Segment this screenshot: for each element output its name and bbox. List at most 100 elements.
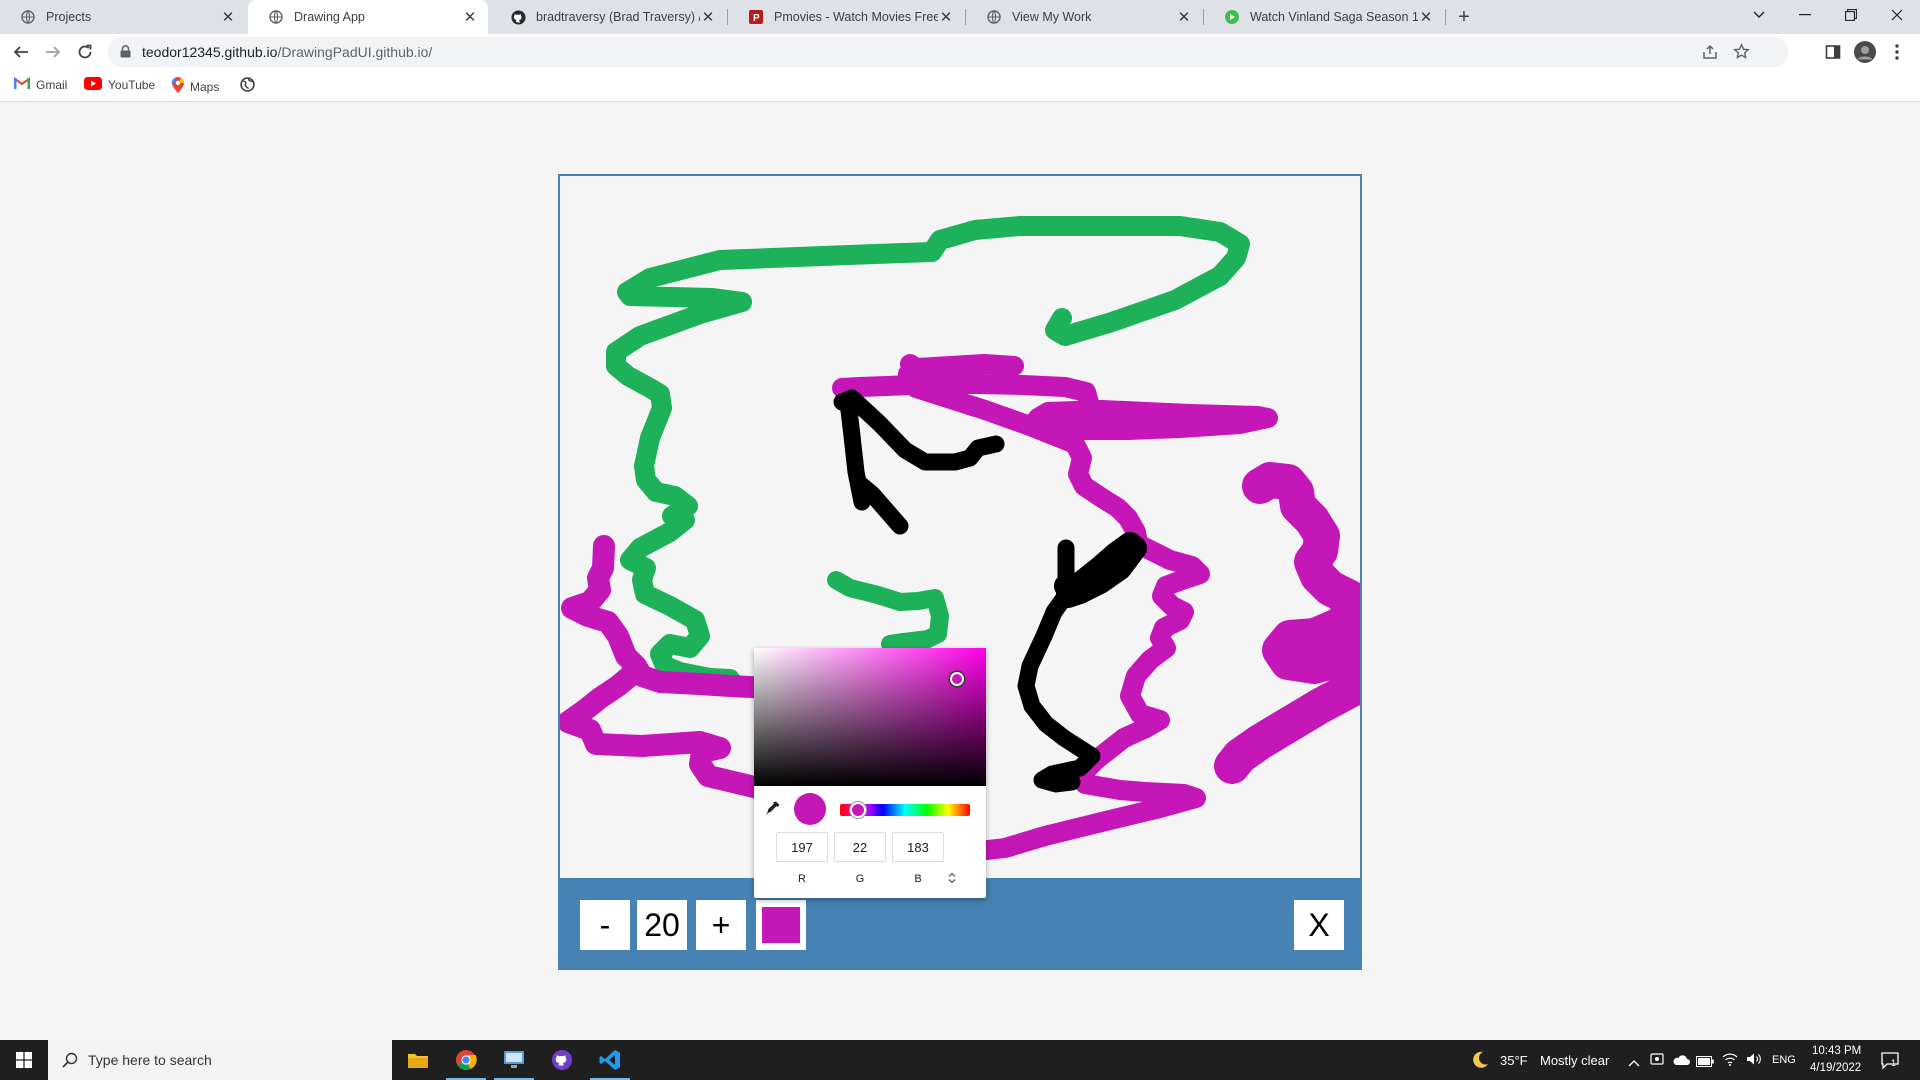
battery-icon[interactable] [1696, 1054, 1714, 1072]
mode-toggle-icon[interactable] [948, 872, 956, 887]
green-label: G [855, 873, 865, 885]
tab-title: bradtraversy (Brad Traversy) / Re [536, 10, 700, 24]
tab-projects[interactable]: Projects ✕ [0, 0, 246, 34]
color-input[interactable] [756, 900, 806, 950]
url-path: /DrawingPadUI.github.io/ [277, 44, 433, 60]
clear-canvas-button[interactable]: X [1294, 900, 1344, 950]
reload-icon[interactable] [72, 39, 98, 65]
magenta-stroke [1214, 462, 1360, 784]
close-icon[interactable]: ✕ [462, 9, 478, 26]
github-desktop-icon[interactable] [538, 1040, 586, 1080]
blue-value-input[interactable] [892, 832, 944, 862]
forward-icon[interactable] [40, 39, 66, 65]
search-icon [62, 1052, 78, 1073]
bookmark-label: Maps [190, 79, 220, 94]
brush-size-display: 20 [637, 900, 687, 950]
restore-icon[interactable] [1828, 0, 1874, 30]
close-icon[interactable]: ✕ [1176, 9, 1192, 26]
taskbar-search-box[interactable]: Type here to search [48, 1040, 392, 1080]
tab-github[interactable]: bradtraversy (Brad Traversy) / Re ✕ [490, 0, 726, 34]
close-icon[interactable]: ✕ [220, 9, 236, 26]
weather-moon-icon[interactable] [1470, 1050, 1490, 1075]
globe-icon [20, 9, 36, 25]
minimize-icon[interactable] [1782, 0, 1828, 30]
search-placeholder: Type here to search [88, 1052, 212, 1068]
tab-search-icon[interactable] [1736, 0, 1782, 30]
pmovies-icon: P [748, 9, 764, 25]
tab-view-my-work[interactable]: View My Work ✕ [966, 0, 1202, 34]
weather-temp[interactable]: 35°F [1500, 1053, 1528, 1068]
tab-separator [1445, 9, 1446, 25]
current-color-swatch [762, 907, 800, 943]
tab-title: Projects [46, 10, 92, 24]
chevron-up-icon[interactable] [1628, 1054, 1640, 1072]
color-picker-popup: R G B [754, 648, 986, 898]
chrome-icon[interactable] [442, 1040, 490, 1080]
black-stroke [1054, 532, 1147, 608]
selected-color-preview [794, 793, 826, 825]
tab-drawing-app[interactable]: Drawing App ✕ [248, 0, 488, 34]
youtube-icon [84, 77, 102, 93]
magenta-stroke [832, 374, 1278, 440]
bookmark-maps[interactable]: Maps [172, 77, 219, 96]
onedrive-icon[interactable] [1672, 1053, 1690, 1071]
bookmark-globe[interactable] [240, 77, 255, 95]
red-value-input[interactable] [776, 832, 828, 862]
windows-taskbar: Type here to search 35°F Mostly clear EN… [0, 1040, 1920, 1080]
tab-title: View My Work [1012, 10, 1092, 24]
green-value-input[interactable] [834, 832, 886, 862]
saturation-value-box[interactable] [754, 648, 986, 786]
tab-bar: Projects ✕ Drawing App ✕ bradtraversy (B… [0, 0, 1920, 34]
remote-desktop-icon[interactable] [490, 1040, 538, 1080]
bookmarks-bar: Gmail YouTube Maps [0, 70, 1920, 102]
back-icon[interactable] [8, 39, 34, 65]
tab-title: Watch Vinland Saga Season 1 Full [1250, 10, 1418, 24]
tab-title: Drawing App [294, 10, 365, 24]
saturation-thumb[interactable] [950, 672, 964, 686]
new-tab-icon[interactable]: + [1452, 5, 1476, 29]
tab-pmovies[interactable]: P Pmovies - Watch Movies Free onl ✕ [728, 0, 964, 34]
clock-time[interactable]: 10:43 PM [1812, 1045, 1861, 1057]
language-indicator[interactable]: ENG [1772, 1054, 1796, 1066]
decrease-size-button[interactable]: - [580, 900, 630, 950]
vscode-icon[interactable] [586, 1040, 634, 1080]
meet-now-icon[interactable] [1650, 1052, 1664, 1071]
red-label: R [798, 873, 806, 885]
browser-toolbar: teodor12345.github.io/DrawingPadUI.githu… [0, 34, 1920, 70]
eyedropper-icon[interactable] [764, 799, 782, 817]
svg-text:P: P [753, 13, 760, 24]
side-panel-icon[interactable] [1820, 39, 1846, 65]
tab-vinland-saga[interactable]: Watch Vinland Saga Season 1 Full ✕ [1204, 0, 1444, 34]
globe-icon [240, 77, 255, 95]
file-explorer-icon[interactable] [394, 1040, 442, 1080]
weather-desc[interactable]: Mostly clear [1540, 1053, 1609, 1068]
url-text[interactable]: teodor12345.github.io/DrawingPadUI.githu… [142, 44, 432, 60]
clock-date[interactable]: 4/19/2022 [1810, 1062, 1861, 1074]
close-window-icon[interactable] [1874, 0, 1920, 30]
globe-icon [986, 9, 1002, 25]
bookmark-star-icon[interactable] [1733, 43, 1750, 65]
bookmark-label: YouTube [108, 78, 156, 92]
avatar[interactable] [1852, 39, 1878, 65]
play-icon [1224, 9, 1240, 25]
notification-icon[interactable] [1880, 1050, 1900, 1075]
address-bar[interactable]: teodor12345.github.io/DrawingPadUI.githu… [108, 37, 1788, 67]
close-icon[interactable]: ✕ [1418, 9, 1434, 26]
close-icon[interactable]: ✕ [938, 9, 954, 26]
github-icon [510, 9, 526, 25]
lock-icon[interactable] [120, 45, 131, 63]
bookmark-label: Gmail [36, 77, 68, 92]
close-icon[interactable]: ✕ [700, 9, 716, 26]
tab-title: Pmovies - Watch Movies Free onl [774, 10, 938, 24]
wifi-icon[interactable] [1722, 1052, 1738, 1071]
share-icon[interactable] [1702, 44, 1718, 65]
bookmark-gmail[interactable]: Gmail [14, 77, 67, 92]
windows-start-icon[interactable] [0, 1040, 48, 1080]
volume-icon[interactable] [1746, 1052, 1762, 1071]
bookmark-youtube[interactable]: YouTube [84, 77, 155, 93]
increase-size-button[interactable]: + [696, 900, 746, 950]
menu-kebab-icon[interactable] [1884, 39, 1910, 65]
gmail-icon [14, 77, 30, 92]
hue-thumb[interactable] [850, 802, 866, 818]
blue-label: B [914, 873, 922, 885]
